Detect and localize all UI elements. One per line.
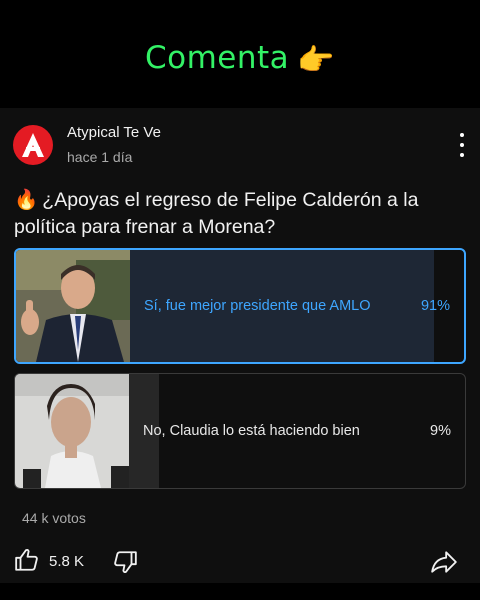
top-banner: Comenta 👉 (0, 0, 480, 108)
channel-name[interactable]: Atypical Te Ve (67, 124, 161, 141)
channel-logo-icon (22, 133, 44, 157)
vote-count: 44 k votos (22, 510, 86, 526)
bottom-strip (0, 583, 480, 600)
thumbs-down-icon[interactable] (112, 549, 138, 575)
share-icon[interactable] (430, 549, 458, 575)
question-text: ¿Apoyas el regreso de Felipe Calderón a … (14, 189, 419, 238)
banner-title: Comenta 👉 (0, 40, 480, 78)
poll-option-2[interactable]: No, Claudia lo está haciendo bien 9% (14, 373, 466, 489)
post-question: 🔥 ¿Apoyas el regreso de Felipe Calderón a… (14, 187, 466, 241)
pointing-right-hand-icon: 👉 (297, 43, 336, 78)
post-time: hace 1 día (67, 149, 133, 165)
thumbs-up-icon[interactable] (14, 547, 40, 573)
fire-icon: 🔥 (14, 189, 39, 211)
more-options-icon[interactable] (453, 133, 471, 157)
poll-option-2-percent: 9% (430, 423, 451, 439)
poll-option-1-label: Sí, fue mejor presidente que AMLO (144, 298, 371, 314)
poll-option-1-percent: 91% (420, 298, 450, 314)
poll-option-1-photo (16, 250, 130, 362)
poll-option-2-photo (15, 374, 129, 488)
poll-option-1[interactable]: Sí, fue mejor presidente que AMLO 91% (14, 248, 466, 364)
poll-option-2-label: No, Claudia lo está haciendo bien (143, 423, 360, 439)
banner-text: Comenta (144, 40, 290, 76)
channel-avatar[interactable] (13, 125, 53, 165)
action-bar: 5.8 K (0, 545, 480, 581)
like-count: 5.8 K (49, 553, 85, 570)
